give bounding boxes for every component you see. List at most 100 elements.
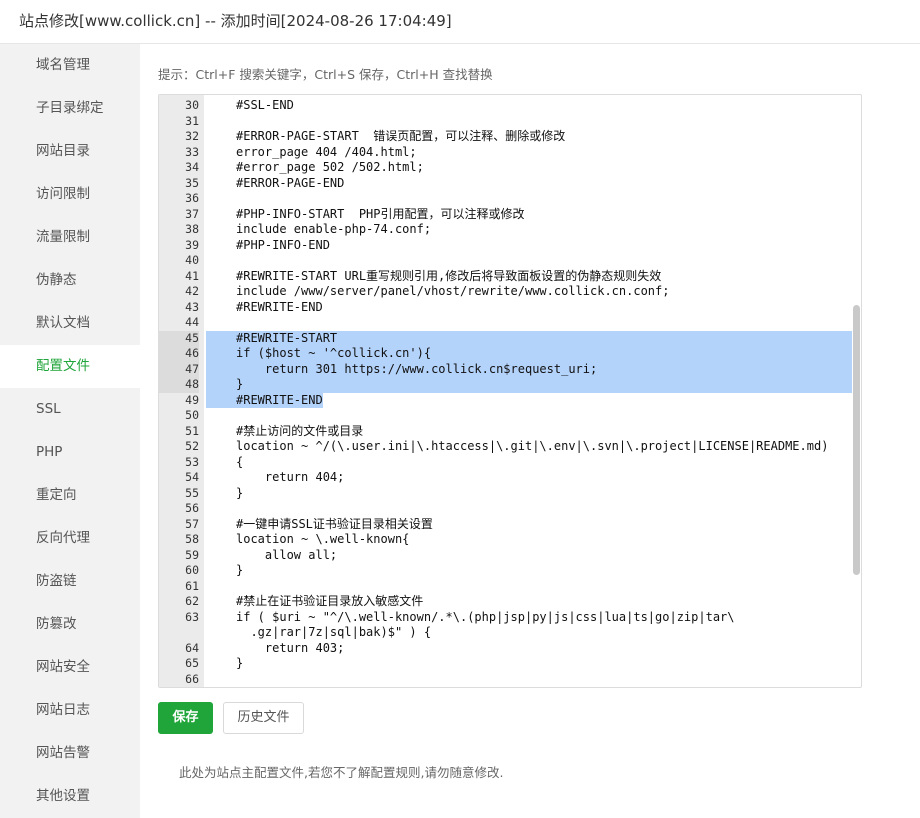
code-line[interactable]: 65} bbox=[159, 656, 861, 672]
line-code: #REWRITE-START URL重写规则引用,修改后将导致面板设置的伪静态规… bbox=[236, 268, 662, 283]
sidebar-item-config-file[interactable]: 配置文件 bbox=[0, 345, 140, 388]
code-line[interactable]: 46 if ($host ~ '^collick.cn'){ bbox=[159, 346, 861, 362]
line-number: 40 bbox=[185, 253, 199, 267]
line-number: 45 bbox=[159, 330, 199, 346]
code-line[interactable]: 60} bbox=[159, 563, 861, 579]
sidebar-item-site-dir[interactable]: 网站目录 bbox=[0, 130, 140, 173]
code-line[interactable]: 45 #REWRITE-START bbox=[159, 330, 861, 346]
line-number: 48 bbox=[159, 377, 199, 393]
line-number: 64 bbox=[185, 640, 199, 655]
sidebar-item-domain[interactable]: 域名管理 bbox=[0, 44, 140, 87]
line-code: include enable-php-74.conf; bbox=[236, 222, 432, 236]
line-code: #REWRITE-END bbox=[236, 299, 323, 314]
code-line[interactable]: 57 #一键申请SSL证书验证目录相关设置 bbox=[159, 517, 861, 533]
line-code: include /www/server/panel/vhost/rewrite/… bbox=[236, 284, 670, 298]
editor-scrollbar[interactable] bbox=[853, 305, 860, 575]
code-line[interactable]: 50 bbox=[159, 408, 861, 424]
line-code: if ($host ~ '^collick.cn'){ bbox=[236, 346, 432, 360]
save-button[interactable]: 保存 bbox=[158, 702, 213, 734]
code-line[interactable]: 61 bbox=[159, 579, 861, 595]
line-code: return 403; bbox=[236, 640, 345, 655]
code-line[interactable]: 55} bbox=[159, 486, 861, 502]
line-code: return 404; bbox=[236, 470, 345, 484]
editor-lines[interactable]: 30 #SSL-END 31 32 #ERROR-PAGE-START 错误页配置，可以… bbox=[159, 98, 861, 687]
sidebar-item-redirect[interactable]: 重定向 bbox=[0, 474, 140, 517]
code-line[interactable]: 59 allow all; bbox=[159, 548, 861, 564]
sidebar-item-default-doc[interactable]: 默认文档 bbox=[0, 302, 140, 345]
line-number: 43 bbox=[185, 299, 199, 314]
code-editor[interactable]: 30 #SSL-END 31 32 #ERROR-PAGE-START 错误页配置，可以… bbox=[158, 94, 862, 688]
sidebar-item-ssl[interactable]: SSL bbox=[0, 388, 140, 431]
line-number: 57 bbox=[185, 516, 199, 531]
line-number: 37 bbox=[185, 206, 199, 221]
line-code: #REWRITE-END bbox=[236, 392, 323, 407]
code-line[interactable]: 58 location ~ \.well-known{ bbox=[159, 532, 861, 548]
code-line[interactable]: 52 location ~ ^/(\.user.ini|\.htaccess|\.… bbox=[159, 439, 861, 455]
code-line[interactable]: 47 return 301 https://www.collick.cn$req… bbox=[159, 361, 861, 377]
code-line[interactable]: 53 { bbox=[159, 455, 861, 471]
line-number: 31 bbox=[185, 113, 199, 128]
line-number: 49 bbox=[185, 392, 199, 407]
code-line[interactable]: 39 #PHP-INFO-END bbox=[159, 238, 861, 254]
sidebar-item-other-settings[interactable]: 其他设置 bbox=[0, 775, 140, 818]
sidebar-item-rewrite[interactable]: 伪静态 bbox=[0, 259, 140, 302]
code-line[interactable]: 54 return 404; bbox=[159, 470, 861, 486]
code-line[interactable]: .gz|rar|7z|sql|bak)$" ) { bbox=[159, 625, 861, 641]
line-code: } bbox=[236, 377, 244, 391]
line-number: 34 bbox=[185, 160, 199, 174]
sidebar-item-site-alert[interactable]: 网站告警 bbox=[0, 732, 140, 775]
line-number: 42 bbox=[185, 284, 199, 298]
code-line[interactable]: 40 bbox=[159, 253, 861, 269]
sidebar-item-hotlink[interactable]: 防盗链 bbox=[0, 560, 140, 603]
code-line[interactable]: 41 #REWRITE-START URL重写规则引用,修改后将导致面板设置的伪静… bbox=[159, 269, 861, 285]
code-line[interactable]: 63 if ( $uri ~ "^/\.well-known/.*\.(php|j… bbox=[159, 610, 861, 626]
sidebar-item-php[interactable]: PHP bbox=[0, 431, 140, 474]
line-number: 65 bbox=[185, 656, 199, 670]
code-line[interactable]: 35 #ERROR-PAGE-END bbox=[159, 176, 861, 192]
line-number: 66 bbox=[185, 671, 199, 686]
code-line[interactable]: 66 bbox=[159, 672, 861, 688]
line-number: 63 bbox=[185, 609, 199, 624]
code-line[interactable]: 62 #禁止在证书验证目录放入敏感文件 bbox=[159, 594, 861, 610]
line-code: } bbox=[236, 563, 244, 577]
code-line[interactable]: 48} bbox=[159, 377, 861, 393]
code-line[interactable]: 37 #PHP-INFO-START PHP引用配置，可以注释或修改 bbox=[159, 207, 861, 223]
code-line[interactable]: 43 #REWRITE-END bbox=[159, 300, 861, 316]
line-number: 32 bbox=[185, 129, 199, 143]
code-line[interactable]: 34 #error_page 502 /502.html; bbox=[159, 160, 861, 176]
code-line[interactable]: 49 #REWRITE-END bbox=[159, 392, 861, 409]
code-line[interactable]: 32 #ERROR-PAGE-START 错误页配置，可以注释、删除或修改 bbox=[159, 129, 861, 145]
sidebar-item-access-limit[interactable]: 访问限制 bbox=[0, 173, 140, 216]
line-number: 55 bbox=[185, 485, 199, 500]
code-line[interactable]: 31 bbox=[159, 114, 861, 130]
code-line[interactable]: 30 #SSL-END bbox=[159, 98, 861, 114]
code-line[interactable]: 33 error_page 404 /404.html; bbox=[159, 145, 861, 161]
sidebar-item-tamper-proof[interactable]: 防篡改 bbox=[0, 603, 140, 646]
line-code: location ~ \.well-known{ bbox=[236, 532, 410, 546]
line-code: allow all; bbox=[236, 547, 338, 562]
code-line[interactable]: 56 bbox=[159, 501, 861, 517]
window-title: 站点修改[www.collick.cn] -- 添加时间[2024-08-26 … bbox=[19, 12, 452, 30]
code-line[interactable]: 51 #禁止访问的文件或目录 bbox=[159, 424, 861, 440]
line-number: 59 bbox=[185, 547, 199, 562]
shortcut-tip: 提示：Ctrl+F 搜索关键字，Ctrl+S 保存，Ctrl+H 查找替换 bbox=[158, 67, 493, 82]
sidebar: 域名管理 子目录绑定 网站目录 访问限制 流量限制 伪静态 默认文档 配置文件 … bbox=[0, 44, 140, 818]
code-line[interactable]: 36 bbox=[159, 191, 861, 207]
sidebar-item-subdir[interactable]: 子目录绑定 bbox=[0, 87, 140, 130]
history-file-button[interactable]: 历史文件 bbox=[223, 702, 304, 734]
line-number: 47 bbox=[159, 361, 199, 377]
code-line[interactable]: 44 bbox=[159, 315, 861, 331]
line-number: 44 bbox=[185, 315, 199, 329]
sidebar-item-site-log[interactable]: 网站日志 bbox=[0, 689, 140, 732]
line-code: } bbox=[236, 485, 244, 500]
code-line[interactable]: 38 include enable-php-74.conf; bbox=[159, 222, 861, 238]
sidebar-item-reverse-proxy[interactable]: 反向代理 bbox=[0, 517, 140, 560]
code-line[interactable]: 42 include /www/server/panel/vhost/rewrit… bbox=[159, 284, 861, 300]
line-code: .gz|rar|7z|sql|bak)$" ) { bbox=[236, 625, 432, 639]
line-number: 33 bbox=[185, 144, 199, 159]
line-number: 35 bbox=[185, 175, 199, 190]
code-line[interactable]: 64 return 403; bbox=[159, 641, 861, 657]
sidebar-item-traffic-limit[interactable]: 流量限制 bbox=[0, 216, 140, 259]
line-code: return 301 https://www.collick.cn$reques… bbox=[236, 361, 598, 376]
sidebar-item-site-security[interactable]: 网站安全 bbox=[0, 646, 140, 689]
